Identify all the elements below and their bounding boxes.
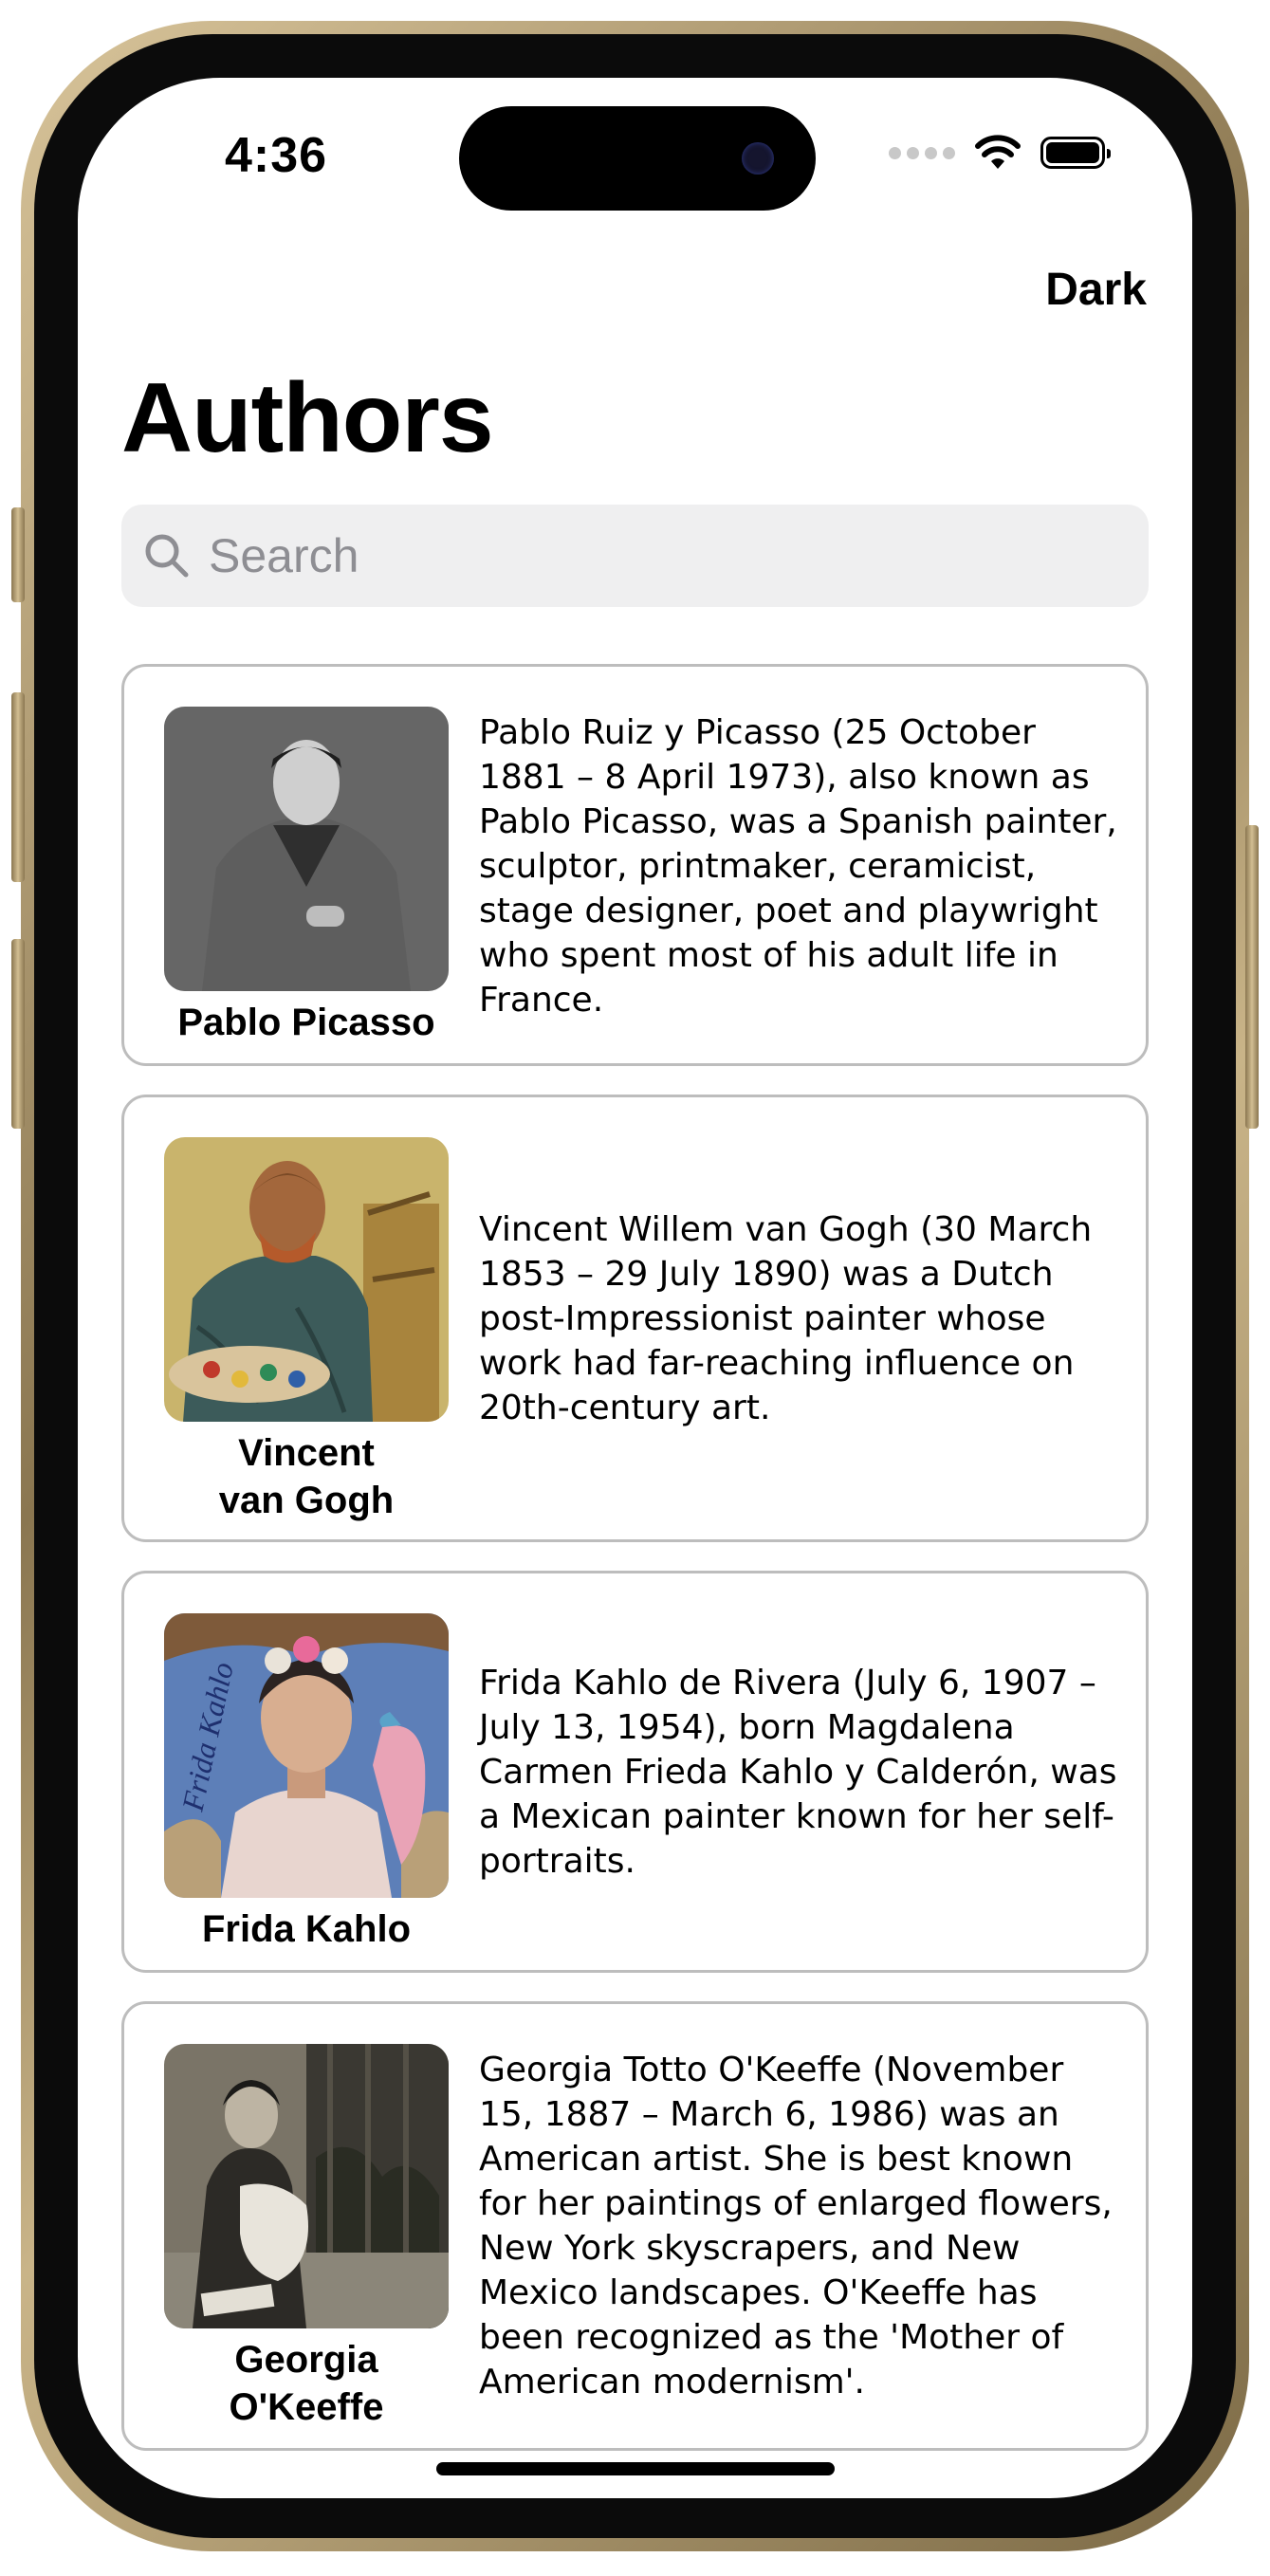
- author-name: Georgia O'Keeffe: [229, 2339, 384, 2428]
- author-bio: Georgia Totto O'Keeffe (November 15, 188…: [479, 2051, 1113, 2401]
- volume-down-button: [11, 939, 25, 1129]
- silent-switch: [11, 507, 25, 602]
- wifi-icon: [975, 135, 1021, 169]
- kahlo-portrait: Frida Kahlo: [164, 1613, 449, 1898]
- home-indicator[interactable]: [436, 2462, 835, 2475]
- van-gogh-portrait: [164, 1137, 449, 1422]
- author-bio: Pablo Ruiz y Picasso (25 October 1881 – …: [479, 713, 1117, 1020]
- battery-icon: [1040, 137, 1111, 169]
- author-name: Pablo Picasso: [177, 1002, 435, 1043]
- volume-up-button: [11, 692, 25, 882]
- page-title: Authors: [121, 363, 494, 473]
- signal-dots-icon: [889, 146, 955, 159]
- status-icons: [889, 135, 1111, 171]
- author-name: Frida Kahlo: [201, 1908, 412, 1950]
- search-icon: [145, 534, 189, 578]
- search-bar[interactable]: [121, 505, 1149, 607]
- screen: 4:36 Dark Authors Search Pablo Picasso P…: [78, 78, 1192, 2498]
- author-name: Vincent van Gogh: [218, 1432, 395, 1521]
- status-time: 4:36: [225, 128, 328, 183]
- power-button: [1245, 825, 1259, 1129]
- author-card-van-gogh[interactable]: Vincent van Gogh Vincent Willem van Gogh…: [121, 1095, 1149, 1542]
- author-bio: Frida Kahlo de Rivera (July 6, 1907 – Ju…: [479, 1664, 1117, 1881]
- search-input[interactable]: [207, 527, 1064, 584]
- picasso-portrait: [164, 707, 449, 991]
- author-card-okeeffe[interactable]: Georgia O'Keeffe Georgia Totto O'Keeffe …: [121, 2001, 1149, 2451]
- okeeffe-portrait: [164, 2044, 449, 2328]
- dynamic-island: [459, 106, 816, 211]
- camera-icon: [742, 142, 774, 175]
- author-card-picasso[interactable]: Pablo Picasso Pablo Ruiz y Picasso (25 O…: [121, 664, 1149, 1066]
- author-card-kahlo[interactable]: Frida Kahlo Frida Kahlo Frida Kahlo de R…: [121, 1571, 1149, 1973]
- dark-mode-button[interactable]: Dark: [1045, 264, 1147, 316]
- author-bio: Vincent Willem van Gogh (30 March 1853 –…: [479, 1210, 1093, 1427]
